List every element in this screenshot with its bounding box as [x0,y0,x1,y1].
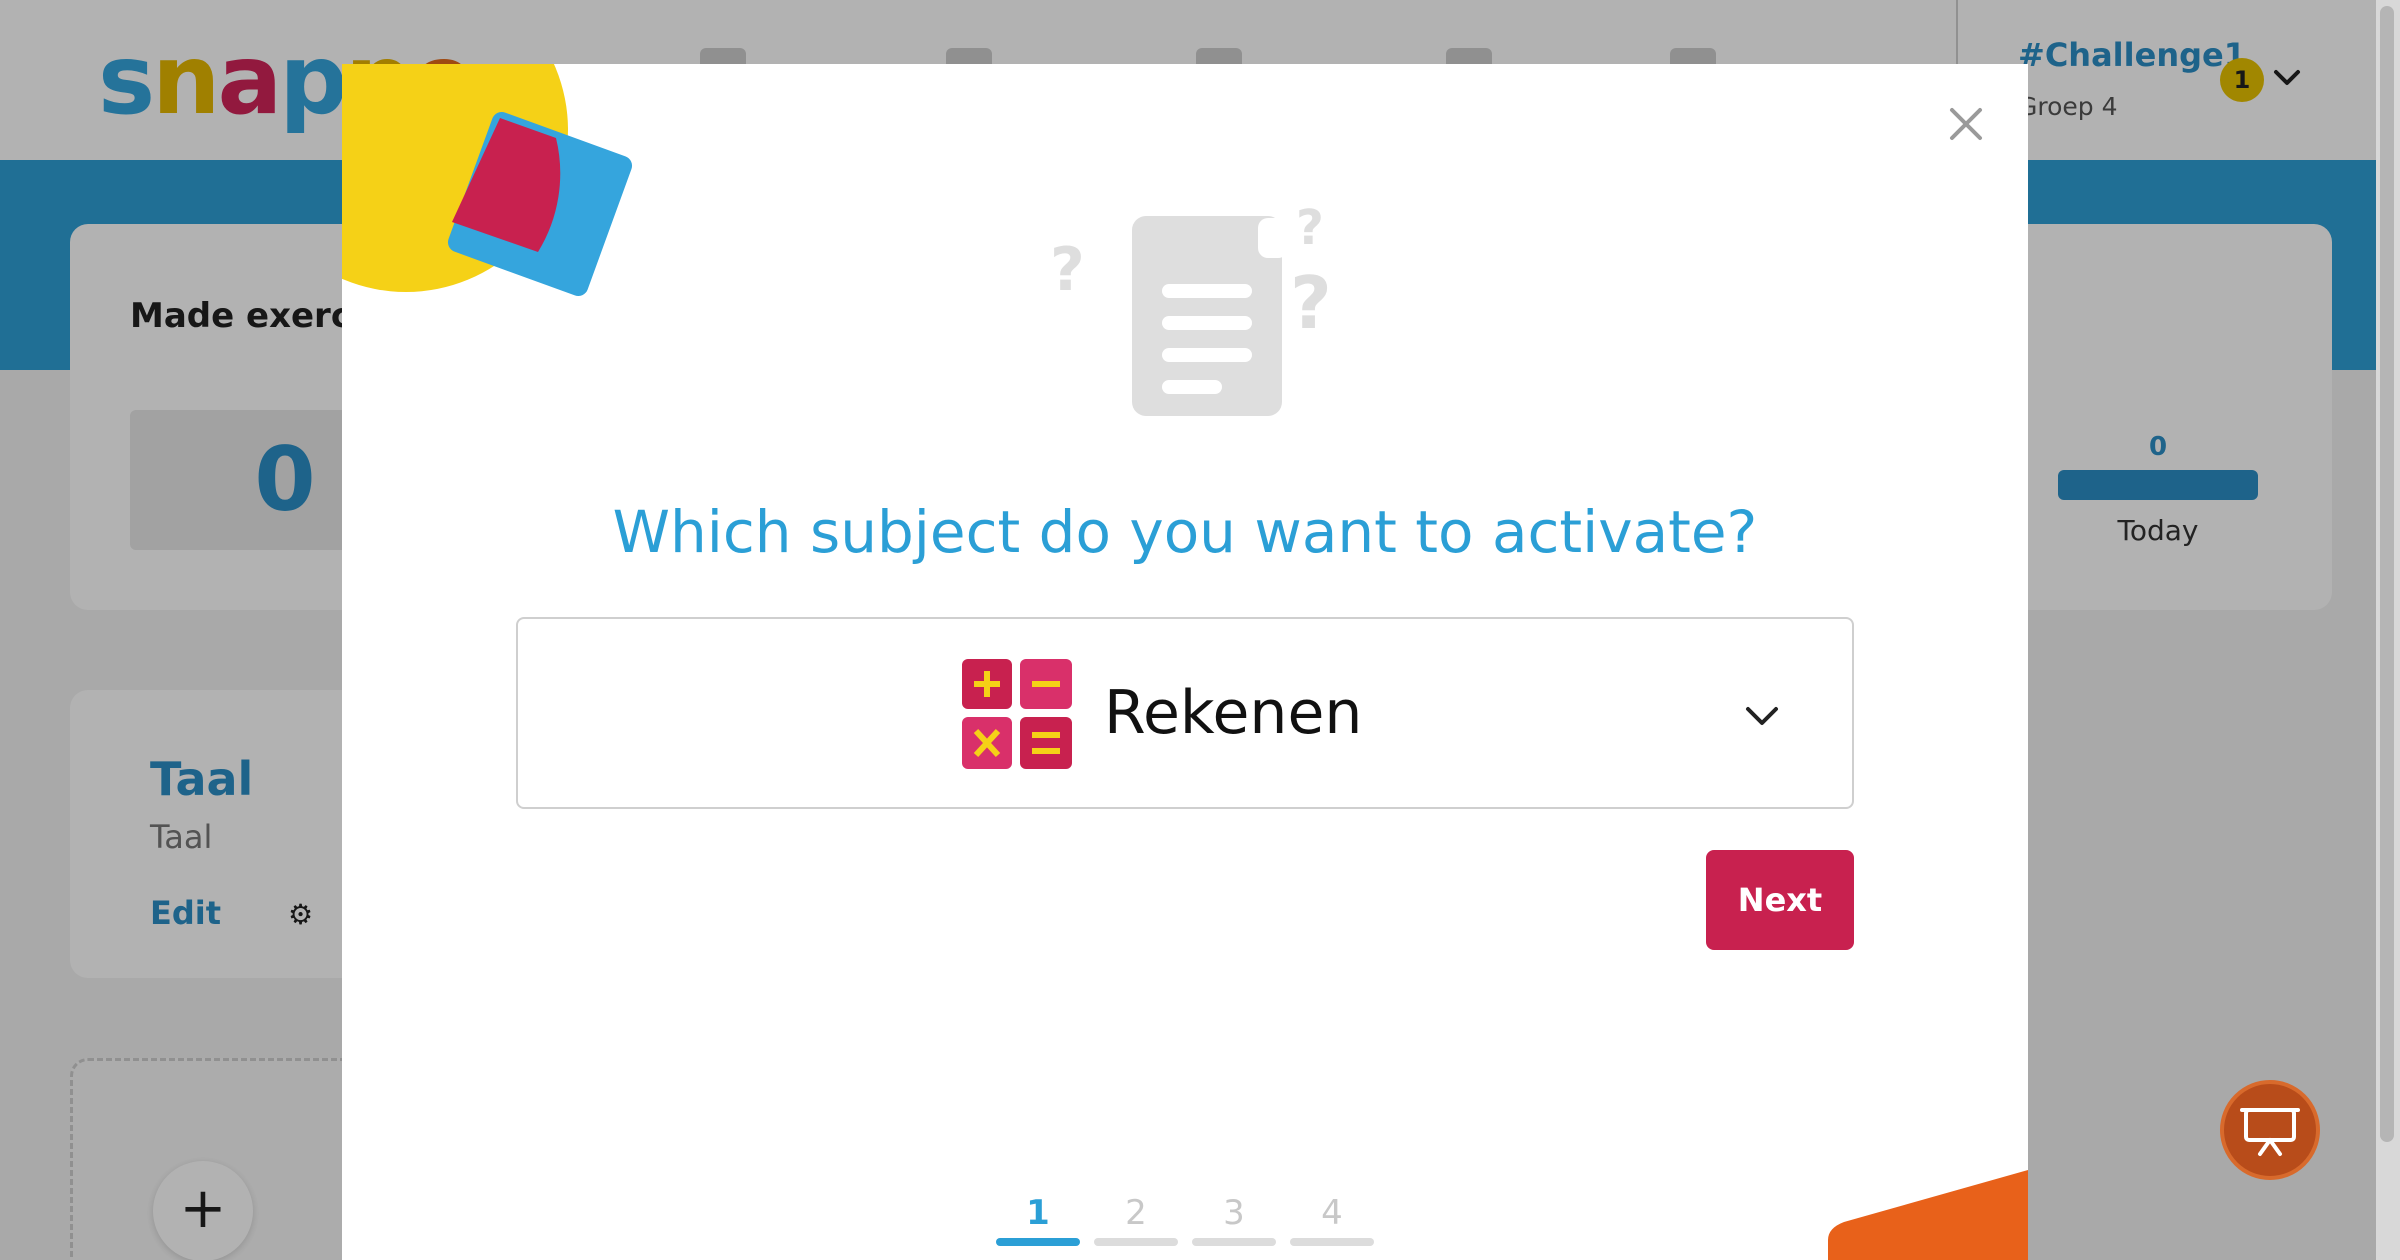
scrollbar-thumb[interactable] [2380,6,2394,1142]
step-4[interactable]: 4 [1290,1188,1374,1246]
presentation-icon [2240,1108,2300,1156]
question-document-icon: ? ? ? [1050,204,1332,416]
scrollbar[interactable] [2376,0,2400,1260]
decorative-orange-shape [1828,1170,2028,1260]
svg-text:?: ? [1290,261,1332,345]
step-3[interactable]: 3 [1192,1188,1276,1246]
math-operators-icon [962,659,1072,769]
chevron-down-icon[interactable] [1742,695,1782,735]
step-2[interactable]: 2 [1094,1188,1178,1246]
step-indicator: 1 2 3 4 [996,1188,1376,1260]
presentation-button[interactable] [2220,1080,2320,1180]
svg-text:?: ? [1050,235,1085,305]
subject-select-value: Rekenen [1104,678,1363,748]
decorative-shapes [342,64,633,297]
next-button[interactable]: Next [1706,850,1854,950]
subject-select[interactable]: Rekenen [516,617,1854,809]
modal-question: Which subject do you want to activate? [612,498,1758,566]
svg-text:?: ? [1296,204,1324,256]
activate-subject-modal: ? ? ? Which subject do you want to activ… [342,64,2028,1260]
close-icon[interactable] [1942,100,1990,148]
step-1[interactable]: 1 [996,1188,1080,1246]
